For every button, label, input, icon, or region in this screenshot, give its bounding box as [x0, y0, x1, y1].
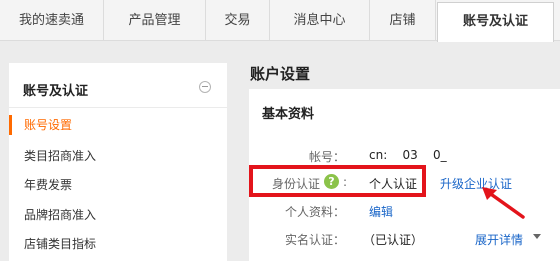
section-title: 基本资料	[262, 107, 315, 122]
tab-product-management[interactable]: 产品管理	[104, 0, 206, 41]
sidebar-item-annual-fee-invoice[interactable]: 年费发票	[9, 170, 227, 200]
sidebar-item-store-category-metrics[interactable]: 店铺类目指标	[9, 229, 227, 259]
tab-message-center[interactable]: 消息中心	[270, 0, 370, 41]
tab-trade[interactable]: 交易	[206, 0, 270, 41]
red-arrow-icon	[482, 187, 525, 219]
top-nav: 我的速卖通 产品管理 交易 消息中心 店铺 账号及认证	[0, 0, 560, 42]
realname-status: （已认证）	[363, 233, 424, 247]
tab-store[interactable]: 店铺	[370, 0, 436, 41]
expand-details-link[interactable]: 展开详情	[475, 231, 523, 248]
tab-account-verification[interactable]: 账号及认证	[437, 2, 554, 42]
account-value: cn: 03 0_	[369, 148, 447, 162]
highlight-box	[249, 165, 426, 197]
collapse-icon[interactable]	[199, 81, 211, 93]
edit-profile-link[interactable]: 编辑	[369, 203, 393, 220]
page-title: 账户设置	[250, 65, 311, 83]
sidebar-item-brand-access[interactable]: 品牌招商准入	[9, 200, 227, 230]
sidebar-item-category-access[interactable]: 类目招商准入	[9, 141, 227, 171]
chevron-down-icon[interactable]	[533, 234, 541, 239]
account-label: 帐号：	[308, 150, 345, 164]
profile-label: 个人资料：	[284, 205, 345, 219]
realname-label: 实名认证：	[284, 233, 345, 247]
sidebar-header: 账号及认证	[9, 63, 227, 108]
sidebar-item-account-settings[interactable]: 账号设置	[9, 110, 227, 140]
sidebar: 账号及认证 账号设置 类目招商准入 年费发票 品牌招商准入 店铺类目指标	[9, 63, 227, 261]
tab-my-aliexpress[interactable]: 我的速卖通	[0, 0, 104, 41]
sidebar-title: 账号及认证	[23, 84, 89, 99]
